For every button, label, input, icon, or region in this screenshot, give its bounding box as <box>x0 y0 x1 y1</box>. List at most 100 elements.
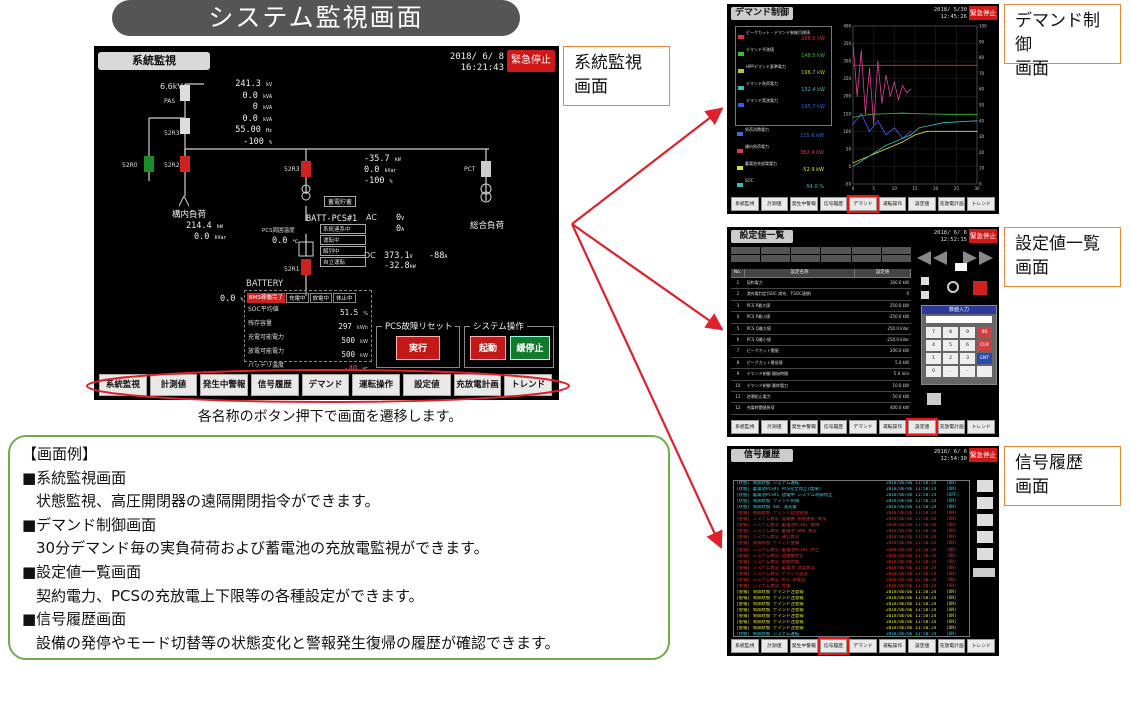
input-cancel-icon[interactable] <box>973 281 987 295</box>
nav-signal-history-button[interactable]: 信号履歴 <box>817 637 850 655</box>
table-row[interactable]: 9 デマンド制御 開始時間 5.0 min <box>731 369 911 381</box>
history-scroll-controls[interactable] <box>977 480 993 580</box>
nav-measurements-button[interactable]: 計測値 <box>760 197 789 211</box>
nav-system-monitor-button[interactable]: 系統監視 <box>731 197 759 211</box>
load-left-kvar: 0.0 kVar <box>194 232 227 242</box>
caption: 各名称のボタン押下で画面を遷移します。 <box>197 409 463 425</box>
keypad-key[interactable]: 0 <box>926 366 941 377</box>
y-right-tick-label: 60 <box>979 87 985 92</box>
keypad-key[interactable]: . <box>943 366 958 377</box>
graph-icon[interactable] <box>927 393 941 405</box>
datetime: 2018/ 6/ 6 12:52:15 <box>933 230 967 243</box>
series-point <box>852 43 854 45</box>
breaker-pct[interactable] <box>481 161 491 177</box>
nav-demand-button[interactable]: デマンド <box>849 420 877 434</box>
column-header: 設定名称 <box>745 269 855 277</box>
nav-demand-button[interactable]: デマンド <box>849 639 877 653</box>
nav-trend-button[interactable]: トレンド <box>967 197 995 211</box>
keypad-key[interactable]: 1 <box>926 353 941 364</box>
keypad-key[interactable]: CLR <box>977 340 992 351</box>
settings-category-tabs[interactable] <box>731 247 911 267</box>
nav-trend-button[interactable]: トレンド <box>967 639 995 653</box>
nav-trend-button[interactable]: トレンド <box>967 420 995 434</box>
pcs-reset-button[interactable]: 実行 <box>396 336 440 360</box>
keypad-key[interactable]: 9 <box>960 327 975 338</box>
table-row[interactable]: 11 逆潮防止電力 50.0 kW <box>731 392 911 404</box>
keypad-key[interactable]: 6 <box>960 340 975 351</box>
nav-charge-plan-button[interactable]: 充放電計画 <box>937 420 966 434</box>
table-row[interactable]: 2 満充電判定(SOC:満充、T:SOC連携) 0 <box>731 289 911 301</box>
keypad-key[interactable]: 5 <box>943 340 958 351</box>
nav-active-alarms-button[interactable]: 発生中警報 <box>790 639 818 653</box>
table-row[interactable]: 7 ピークカット閾値 200.0 kW <box>731 346 911 358</box>
battery-tag: 放電中 <box>309 293 333 303</box>
pcs-reset-group-label: PCS故障リセット <box>382 320 456 332</box>
x-tick-label: 30 <box>974 186 980 191</box>
nav-charge-plan-button[interactable]: 充放電計画 <box>937 639 966 653</box>
reload-icon[interactable] <box>947 281 959 293</box>
series-point <box>968 113 970 115</box>
table-row[interactable]: 4 PCS P最小値 -250.0 kW <box>731 312 911 324</box>
battery-panel: BMS稼働完了 充電中 放電中 休止中 SOC平均値 51.5 % 残存容量 297 … <box>244 290 372 373</box>
history-list[interactable]: [状態] 制御状態 システム運転 2018/06/06 11:58:24 (ON)[… <box>733 480 970 637</box>
keypad-key[interactable]: 8 <box>943 327 958 338</box>
series-point <box>869 67 871 69</box>
nav-signal-history-button[interactable]: 信号履歴 <box>819 197 848 211</box>
table-row[interactable]: 8 ピークカット最低値 5.0 kW <box>731 358 911 370</box>
nav-measurements-button[interactable]: 計測値 <box>760 639 789 653</box>
breaker-52r0[interactable] <box>144 156 154 172</box>
table-row[interactable]: 1 契約電力 300.0 kW <box>731 278 911 290</box>
keypad-key[interactable]: 3 <box>960 353 975 364</box>
nav-signal-history-button[interactable]: 信号履歴 <box>819 420 848 434</box>
table-row[interactable]: 10 デマンド制御 最終電力 10.0 kW <box>731 381 911 393</box>
series-point <box>869 113 871 115</box>
breaker-label: 52R2 <box>164 162 180 169</box>
nav-operation-button[interactable]: 運転操作 <box>878 639 907 653</box>
nav-active-alarms-button[interactable]: 発生中警報 <box>790 420 818 434</box>
nav-demand-button[interactable]: デマンド <box>847 195 879 213</box>
scroll-up-icon[interactable] <box>921 277 929 285</box>
nav-operation-button[interactable]: 運転操作 <box>878 197 907 211</box>
nav-system-monitor-button[interactable]: 系統監視 <box>731 639 759 653</box>
scroll-down-icon[interactable] <box>921 291 929 299</box>
keypad-key[interactable]: - <box>960 366 975 377</box>
series-point <box>877 151 879 153</box>
table-row[interactable]: 3 PCS P最大値 250.0 kW <box>731 301 911 313</box>
breaker-52r1[interactable] <box>301 259 311 275</box>
nav-settings-button[interactable]: 設定値 <box>906 418 938 436</box>
y-left-tick-label: 400 <box>843 24 851 29</box>
keypad-key[interactable]: BS <box>977 327 992 338</box>
table-row[interactable]: 6 PCS Q最小値 -250.0 kVar <box>731 335 911 347</box>
keypad-key[interactable]: 2 <box>943 353 958 364</box>
emergency-stop-button[interactable]: 緊急停止 <box>969 448 997 462</box>
emergency-stop-button[interactable]: 緊急停止 <box>969 229 997 243</box>
nav-charge-plan-button[interactable]: 充放電計画 <box>937 197 966 211</box>
slow-stop-button[interactable]: 緩停止 <box>510 336 550 360</box>
breaker-52r3[interactable] <box>180 118 190 134</box>
keypad-key[interactable]: 7 <box>926 327 941 338</box>
nav-settings-button[interactable]: 設定値 <box>908 197 936 211</box>
breaker-52r2[interactable] <box>180 156 190 172</box>
nav-active-alarms-button[interactable]: 発生中警報 <box>790 197 818 211</box>
breaker-52r3-pcs[interactable] <box>301 161 311 177</box>
table-row[interactable]: 5 PCS Q最大値 250.0 kVar <box>731 324 911 336</box>
callout-history: 信号履歴 画面 <box>1004 446 1121 506</box>
keypad-key[interactable]: ENT <box>977 353 992 364</box>
keypad-title: 数値入力 <box>922 306 996 314</box>
nav-bar: 系統監視 計測値 発生中警報 信号履歴 デマンド 運転操作 設定値 充放電計画 トレンド <box>731 418 997 436</box>
breaker-label: PCT <box>464 166 476 173</box>
breaker-label: 52R0 <box>122 162 138 169</box>
load-right-name: 総合負荷 <box>470 221 505 231</box>
export-button[interactable] <box>973 568 995 577</box>
keypad-key[interactable]: 4 <box>926 340 941 351</box>
legend-item: デマンド予測値 148.5 kW <box>738 47 829 61</box>
series-point <box>893 81 895 83</box>
start-button[interactable]: 起動 <box>470 336 506 360</box>
keypad-key[interactable] <box>977 366 992 377</box>
table-row[interactable]: 12 充電時閾値負荷 400.0 kW <box>731 403 911 415</box>
nav-operation-button[interactable]: 運転操作 <box>878 420 907 434</box>
series-point <box>860 113 862 115</box>
nav-system-monitor-button[interactable]: 系統監視 <box>731 420 759 434</box>
nav-measurements-button[interactable]: 計測値 <box>760 420 789 434</box>
nav-settings-button[interactable]: 設定値 <box>908 639 936 653</box>
